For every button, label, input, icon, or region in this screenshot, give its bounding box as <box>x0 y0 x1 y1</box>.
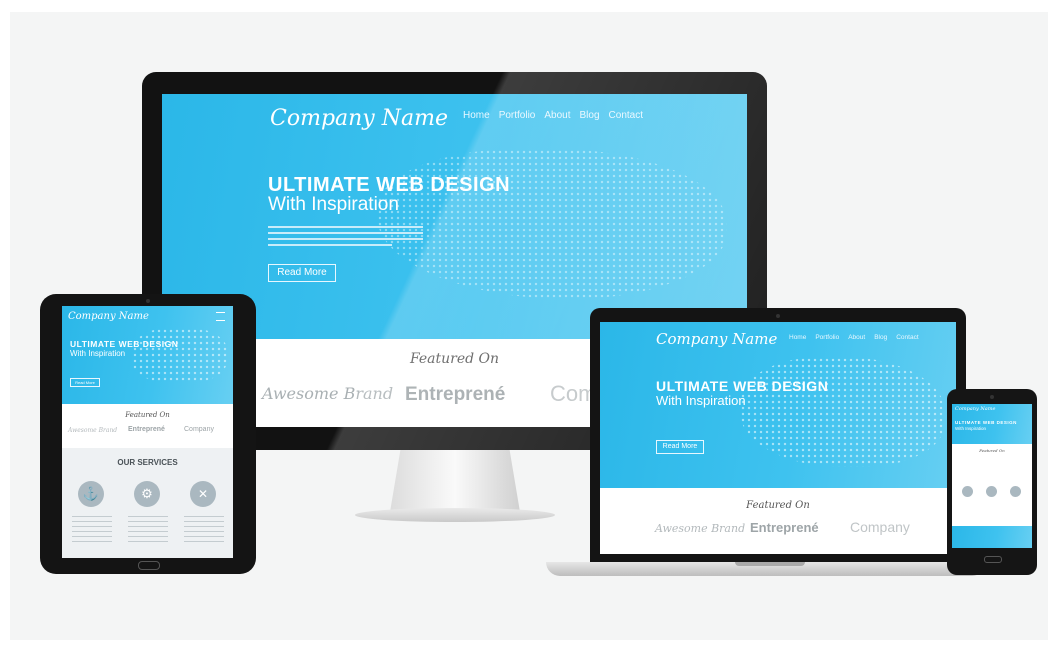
laptop-nav: Home Portfolio About Blog Contact <box>780 334 919 341</box>
phone-featured-heading: Featured On <box>979 448 1005 453</box>
read-more-button[interactable]: Read More <box>268 264 336 282</box>
laptop-hero-title: ULTIMATE WEB DESIGN <box>656 378 829 394</box>
tablet-hero-subtitle: With Inspiration <box>70 349 126 358</box>
monitor-stand <box>390 450 520 512</box>
laptop-brand-company: Company <box>850 519 910 535</box>
world-map-graphic <box>377 149 727 299</box>
laptop-device: Company Name Home Portfolio About Blog Conta… <box>590 308 966 564</box>
laptop-hinge <box>735 562 805 566</box>
tablet-brand-awesome: Awesome Brand <box>68 427 118 434</box>
gear-icon: ⚙ <box>134 481 160 507</box>
laptop-featured-heading: Featured On <box>746 500 810 511</box>
laptop-nav-home[interactable]: Home <box>789 334 806 341</box>
laptop-screen: Company Name Home Portfolio About Blog Conta… <box>600 322 956 488</box>
nav-blog[interactable]: Blog <box>580 110 600 121</box>
laptop-featured-section: Featured On Awesome Brand Entreprené Com… <box>600 488 956 554</box>
services-heading: OUR SERVICES <box>117 458 178 467</box>
home-button-icon[interactable] <box>138 561 160 570</box>
laptop-read-more-button[interactable]: Read More <box>656 440 704 454</box>
hero-subtitle: With Inspiration <box>268 194 399 215</box>
phone-hero-subtitle: With Inspiration <box>955 426 987 431</box>
service-text-2 <box>128 516 168 546</box>
tablet-brand-entreprene: Entreprené <box>128 426 165 433</box>
tablet-screen: Company Name ULTIMATE WEB DESIGN With In… <box>62 306 233 404</box>
tablet-camera-icon <box>146 299 150 303</box>
menu-icon[interactable] <box>216 312 225 321</box>
laptop-brand-awesome: Awesome Brand <box>655 522 746 535</box>
tablet-read-more-button[interactable]: Read More <box>70 378 100 387</box>
laptop-nav-portfolio[interactable]: Portfolio <box>815 334 839 341</box>
anchor-icon: ⚓ <box>78 481 104 507</box>
brand-awesome: Awesome Brand <box>262 384 394 403</box>
phone-screen: Company Name ULTIMATE WEB DESIGN With In… <box>952 404 1032 444</box>
main-nav: Home Portfolio About Blog Contact <box>454 110 643 121</box>
tablet-hero-title: ULTIMATE WEB DESIGN <box>70 339 179 349</box>
phone-service-icon-1 <box>962 486 973 497</box>
phone-content: Featured On <box>952 444 1032 526</box>
phone-logo[interactable]: Company Name <box>955 406 995 412</box>
service-text-3 <box>184 516 224 546</box>
tablet-logo[interactable]: Company Name <box>68 311 149 322</box>
tablet-featured-section: Featured On Awesome Brand Entreprené Com… <box>62 404 233 448</box>
laptop-camera-icon <box>776 314 780 318</box>
phone-footer-band <box>952 526 1032 548</box>
phone-service-icon-3 <box>1010 486 1021 497</box>
nav-home[interactable]: Home <box>463 110 490 121</box>
laptop-logo[interactable]: Company Name <box>656 330 777 348</box>
laptop-hero-subtitle: With Inspiration <box>656 393 746 408</box>
nav-contact[interactable]: Contact <box>609 110 643 121</box>
laptop-nav-contact[interactable]: Contact <box>896 334 918 341</box>
tablet-device: Company Name ULTIMATE WEB DESIGN With In… <box>40 294 256 574</box>
monitor-base <box>355 508 555 522</box>
phone-camera-icon <box>990 395 994 399</box>
laptop-brand-entreprene: Entreprené <box>750 520 819 535</box>
tablet-services-section: OUR SERVICES ⚓ ⚙ ✕ <box>62 448 233 558</box>
laptop-nav-about[interactable]: About <box>848 334 865 341</box>
tablet-world-map <box>132 328 227 383</box>
phone-hero-title: ULTIMATE WEB DESIGN <box>955 420 1017 425</box>
nav-portfolio[interactable]: Portfolio <box>499 110 536 121</box>
nav-about[interactable]: About <box>544 110 570 121</box>
tablet-brand-company: Company <box>184 426 214 433</box>
hero-body-text <box>268 222 423 250</box>
tablet-featured-heading: Featured On <box>125 411 170 419</box>
service-text-1 <box>72 516 112 546</box>
brand-entreprene: Entreprené <box>405 384 506 405</box>
laptop-nav-blog[interactable]: Blog <box>874 334 887 341</box>
phone-service-icon-2 <box>986 486 997 497</box>
company-logo[interactable]: Company Name <box>270 106 448 131</box>
tools-icon: ✕ <box>190 481 216 507</box>
phone-home-button-icon[interactable] <box>984 556 1002 563</box>
laptop-world-map <box>740 357 945 467</box>
phone-device: Company Name ULTIMATE WEB DESIGN With In… <box>947 389 1037 575</box>
